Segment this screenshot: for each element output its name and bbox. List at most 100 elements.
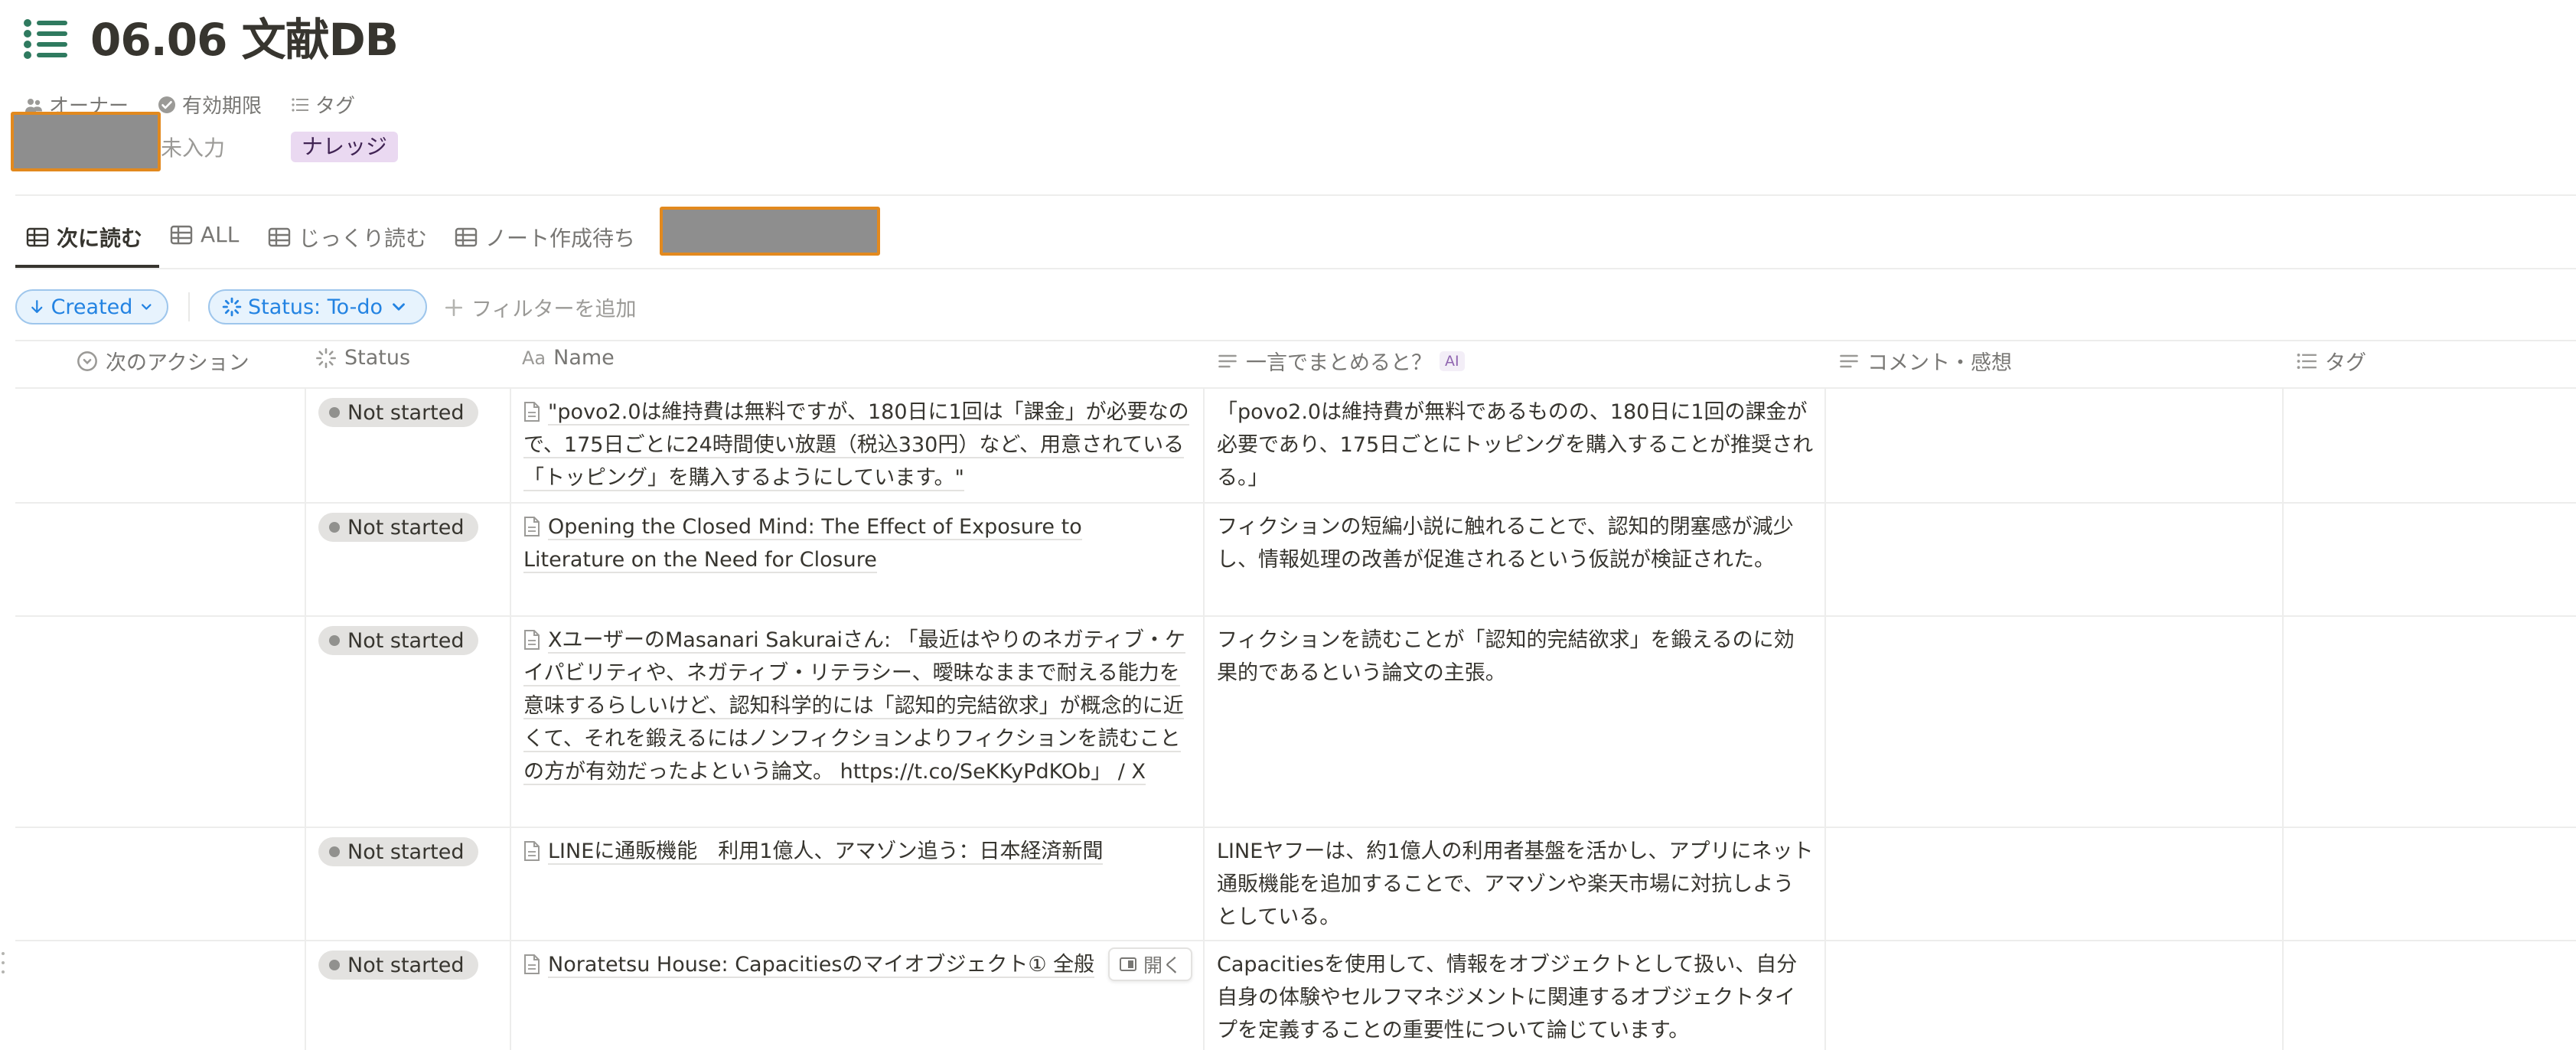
expiry-value[interactable]: 未入力 xyxy=(161,132,225,162)
row-name[interactable]: XユーザーのMasanari Sakuraiさん: 「最近はやりのネガティブ・ケ… xyxy=(523,624,1189,788)
status-badge[interactable]: Not started xyxy=(318,513,478,542)
status-filter-label: Status: To-do xyxy=(248,295,383,319)
divider xyxy=(15,268,2576,269)
page-icon xyxy=(524,841,540,861)
owner-redacted-value[interactable] xyxy=(11,112,161,171)
status-dot xyxy=(329,407,340,418)
tag-chip[interactable]: ナレッジ xyxy=(291,132,399,162)
status-spinner-icon xyxy=(222,297,242,317)
row-name-text: Opening the Closed Mind: The Effect of E… xyxy=(523,515,1082,573)
tab-label: じっくり読む xyxy=(298,226,428,251)
column-header-next-action[interactable]: 次のアクション xyxy=(77,346,249,376)
tab-label: 次に読む xyxy=(57,226,143,251)
tab-next-to-read[interactable]: 次に読む xyxy=(26,222,142,253)
arrow-down-icon xyxy=(31,300,43,313)
side-peek-icon xyxy=(1120,957,1136,971)
tab-label: ALL xyxy=(201,222,240,247)
people-icon xyxy=(25,98,42,112)
row-name-text: Noratetsu House: Capacitiesのマイオブジェクト① 全般 xyxy=(548,953,1095,978)
column-divider xyxy=(510,387,511,1050)
status-dot xyxy=(329,522,340,533)
status-badge[interactable]: Not started xyxy=(318,951,478,980)
page-icon xyxy=(524,402,540,422)
row-name[interactable]: Noratetsu House: Capacitiesのマイオブジェクト① 全般 xyxy=(523,948,1105,981)
status-dot xyxy=(329,960,340,970)
add-filter-label: フィルターを追加 xyxy=(471,298,637,321)
row-name-text: LINEに通販機能 利用1億人、アマゾン追う：日本経済新聞 xyxy=(548,840,1104,865)
drag-handle[interactable] xyxy=(2,949,8,977)
status-spinner-icon xyxy=(316,347,336,368)
row-divider xyxy=(15,615,2576,617)
multi-select-icon xyxy=(292,97,308,112)
open-page-button[interactable]: 開く xyxy=(1108,947,1193,981)
add-filter-button[interactable]: フィルターを追加 xyxy=(444,292,636,322)
tag-property-label[interactable]: タグ xyxy=(291,90,355,119)
column-header-summary[interactable]: 一言でまとめると？ AI xyxy=(1217,346,1465,376)
tag-label: タグ xyxy=(315,95,356,118)
expiry-property-label[interactable]: 有効期限 xyxy=(158,90,262,119)
status-label: Not started xyxy=(347,953,465,977)
header-top-border xyxy=(15,340,2576,341)
column-label: 次のアクション xyxy=(106,351,249,375)
page-icon xyxy=(524,517,540,536)
tab-careful-read[interactable]: じっくり読む xyxy=(268,222,427,253)
tab-label: ノート作成待ち xyxy=(485,226,636,251)
status-label: Not started xyxy=(347,628,465,653)
row-divider xyxy=(15,502,2576,504)
status-label: Not started xyxy=(347,400,465,425)
column-label: 一言でまとめると？ xyxy=(1246,351,1432,375)
table-icon xyxy=(26,227,49,247)
header-bottom-border xyxy=(15,387,2576,389)
row-name[interactable]: Opening the Closed Mind: The Effect of E… xyxy=(523,510,1189,576)
row-summary[interactable]: LINEヤフーは、約1億人の利用者基盤を活かし、アプリにネット通販機能を追加する… xyxy=(1217,835,1814,934)
sort-created-button[interactable]: Created xyxy=(15,289,168,324)
column-label: Status xyxy=(344,346,411,370)
tab-all[interactable]: ALL xyxy=(170,222,239,247)
chevron-down-icon xyxy=(393,303,405,311)
multi-select-icon xyxy=(2297,353,2317,369)
status-filter-button[interactable]: Status: To-do xyxy=(208,289,427,324)
table-icon xyxy=(455,227,478,247)
row-name[interactable]: LINEに通販機能 利用1億人、アマゾン追う：日本経済新聞 xyxy=(523,835,1189,868)
page-icon xyxy=(524,630,540,650)
column-divider xyxy=(1203,387,1205,1050)
row-summary[interactable]: 「povo2.0は維持費が無料であるものの、180日に1回の課金が必要であり、1… xyxy=(1217,396,1814,494)
row-name-text: XユーザーのMasanari Sakuraiさん: 「最近はやりのネガティブ・ケ… xyxy=(523,628,1186,785)
row-summary[interactable]: フィクションを読むことが「認知的完結欲求」を鍛えるのに効果的であるという論文の主… xyxy=(1217,624,1814,690)
text-type-icon: Aa xyxy=(522,347,546,369)
column-divider xyxy=(305,387,306,1050)
status-badge[interactable]: Not started xyxy=(318,626,478,655)
status-label: Not started xyxy=(347,515,465,540)
column-divider xyxy=(1824,387,1826,1050)
column-divider xyxy=(2282,387,2284,1050)
divider xyxy=(15,194,2576,196)
column-label: タグ xyxy=(2325,351,2366,375)
sort-label: Created xyxy=(51,295,133,319)
ai-badge: AI xyxy=(1440,351,1465,371)
column-header-status[interactable]: Status xyxy=(315,346,410,370)
open-label: 開く xyxy=(1143,954,1182,977)
list-icon xyxy=(23,17,69,60)
table-icon xyxy=(268,227,291,247)
column-header-tag[interactable]: タグ xyxy=(2296,346,2366,376)
status-badge[interactable]: Not started xyxy=(318,837,478,866)
column-header-comment[interactable]: コメント・感想 xyxy=(1838,346,2012,376)
row-divider xyxy=(15,827,2576,828)
row-name[interactable]: "povo2.0は維持費は無料ですが、180日に1回は「課金」が必要なので、17… xyxy=(523,396,1189,494)
status-badge[interactable]: Not started xyxy=(318,398,478,427)
table-icon xyxy=(170,225,193,244)
text-lines-icon xyxy=(1840,354,1858,367)
expiry-label: 有効期限 xyxy=(182,95,262,118)
row-summary[interactable]: Capacitiesを使用して、情報をオブジェクトとして扱い、自分自身の体験やセ… xyxy=(1217,948,1814,1047)
plus-icon xyxy=(445,298,463,316)
status-dot xyxy=(329,846,340,857)
column-label: Name xyxy=(553,346,615,370)
page-title[interactable]: 06.06 文献DB xyxy=(90,9,399,70)
tab-note-pending[interactable]: ノート作成待ち xyxy=(455,222,635,253)
status-dot xyxy=(329,635,340,646)
status-circle-icon xyxy=(77,351,97,371)
row-summary[interactable]: フィクションの短編小説に触れることで、認知的閉塞感が減少し、情報処理の改善が促進… xyxy=(1217,510,1814,576)
status-label: Not started xyxy=(347,840,465,864)
tab-redacted[interactable] xyxy=(660,207,880,256)
column-header-name[interactable]: Aa Name xyxy=(522,346,615,370)
